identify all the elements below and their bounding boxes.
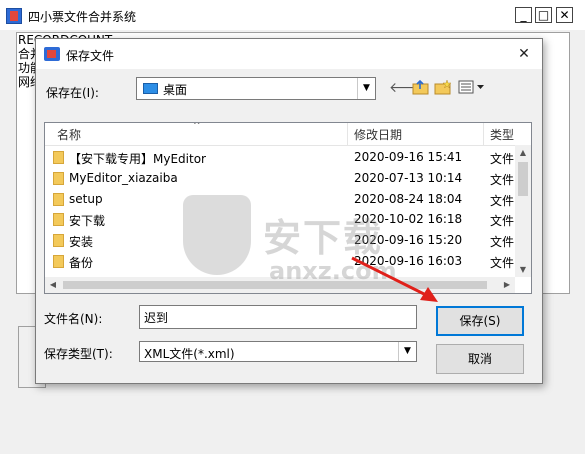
annotation-arrow <box>351 256 438 302</box>
